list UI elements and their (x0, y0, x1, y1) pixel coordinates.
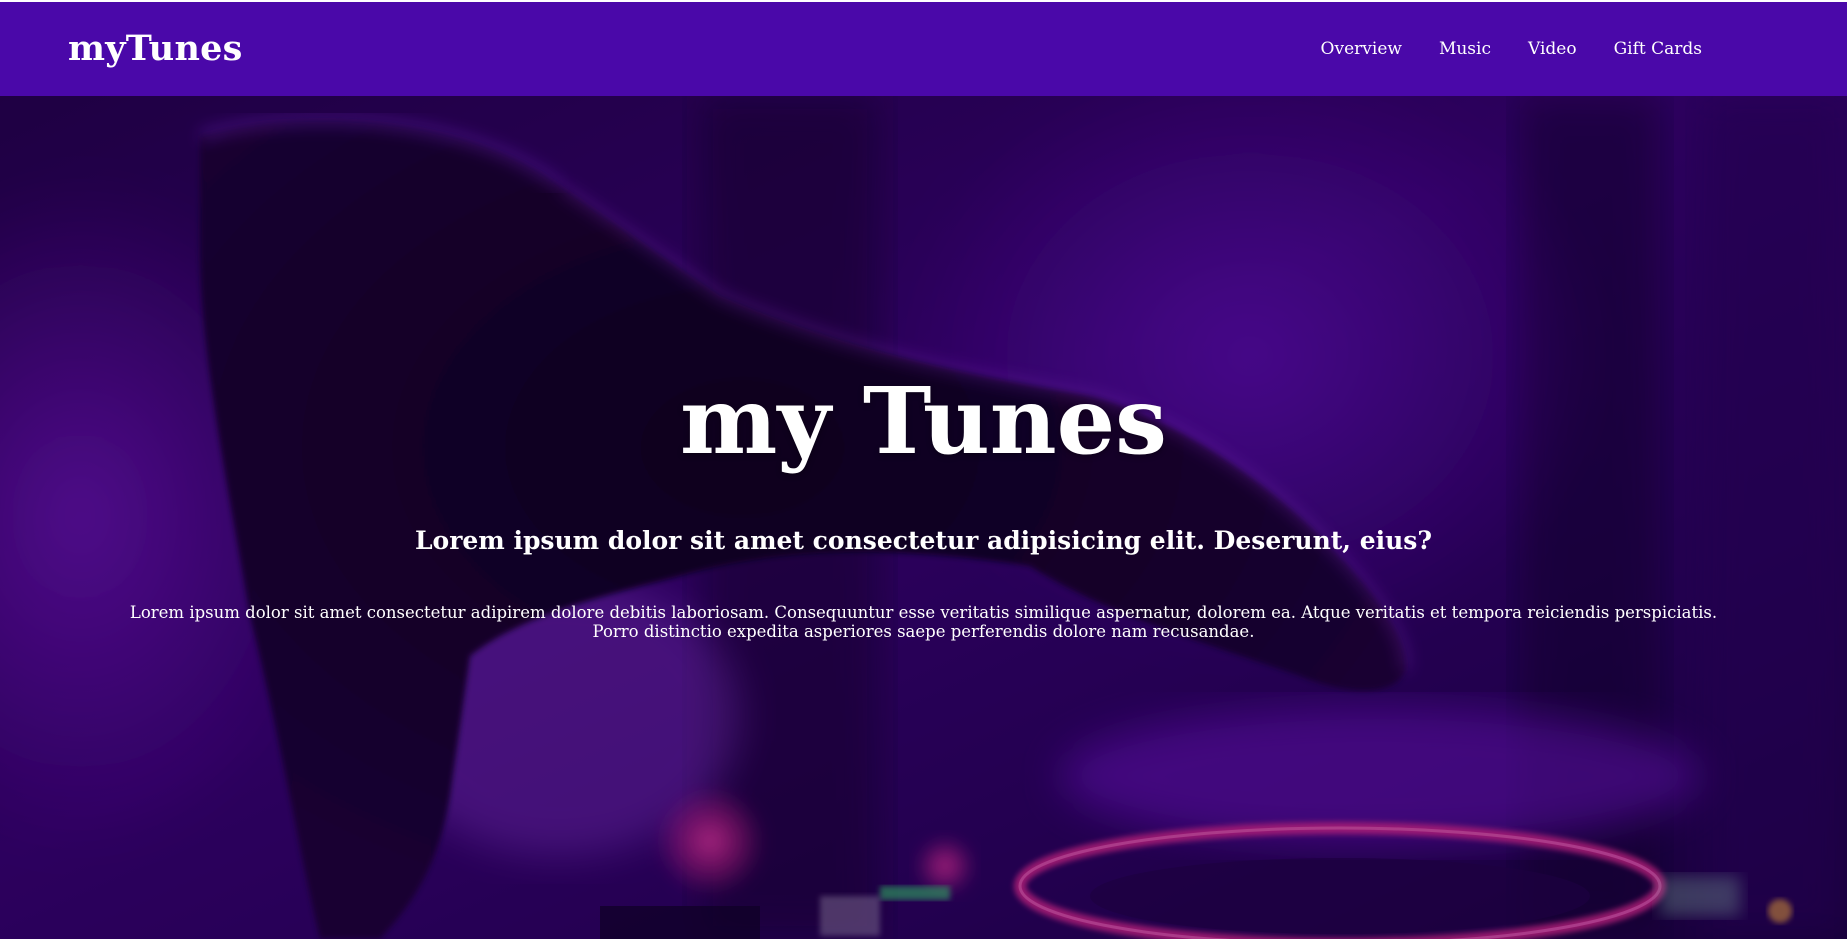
main-nav: Overview Music Video Gift Cards (1284, 38, 1702, 60)
nav-item-video[interactable]: Video (1528, 38, 1577, 60)
hero-title: my Tunes (680, 367, 1167, 475)
hero-section: my Tunes Lorem ipsum dolor sit amet cons… (0, 96, 1847, 939)
nav-item-gift-cards[interactable]: Gift Cards (1614, 38, 1702, 60)
top-navbar: myTunes Overview Music Video Gift Cards (0, 2, 1847, 96)
nav-item-music[interactable]: Music (1439, 38, 1491, 60)
hero-description: Lorem ipsum dolor sit amet consectetur a… (129, 603, 1718, 641)
brand-logo-link[interactable]: myTunes (68, 27, 242, 71)
hero-subtitle: Lorem ipsum dolor sit amet consectetur a… (414, 526, 1433, 555)
nav-item-overview[interactable]: Overview (1321, 38, 1402, 60)
hero-content: my Tunes Lorem ipsum dolor sit amet cons… (0, 96, 1847, 939)
page: myTunes Overview Music Video Gift Cards (0, 0, 1847, 939)
